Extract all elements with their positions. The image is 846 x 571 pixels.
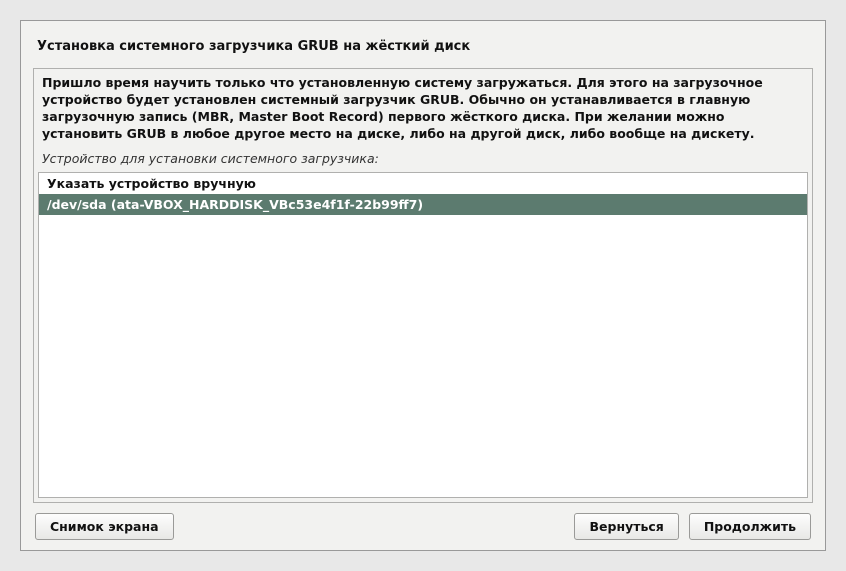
device-list: Указать устройство вручную /dev/sda (ata… xyxy=(38,172,808,499)
screenshot-button[interactable]: Снимок экрана xyxy=(35,513,174,540)
back-button[interactable]: Вернуться xyxy=(574,513,678,540)
page-title: Установка системного загрузчика GRUB на … xyxy=(33,31,813,68)
installer-window: Установка системного загрузчика GRUB на … xyxy=(20,20,826,551)
button-row: Снимок экрана Вернуться Продолжить xyxy=(33,503,813,540)
option-dev-sda[interactable]: /dev/sda (ata-VBOX_HARDDISK_VBc53e4f1f-2… xyxy=(39,194,807,215)
content-panel: Пришло время научить только что установл… xyxy=(33,68,813,503)
prompt-label: Устройство для установки системного загр… xyxy=(36,149,810,170)
continue-button[interactable]: Продолжить xyxy=(689,513,811,540)
instructions-text: Пришло время научить только что установл… xyxy=(36,71,810,149)
option-manual[interactable]: Указать устройство вручную xyxy=(39,173,807,194)
